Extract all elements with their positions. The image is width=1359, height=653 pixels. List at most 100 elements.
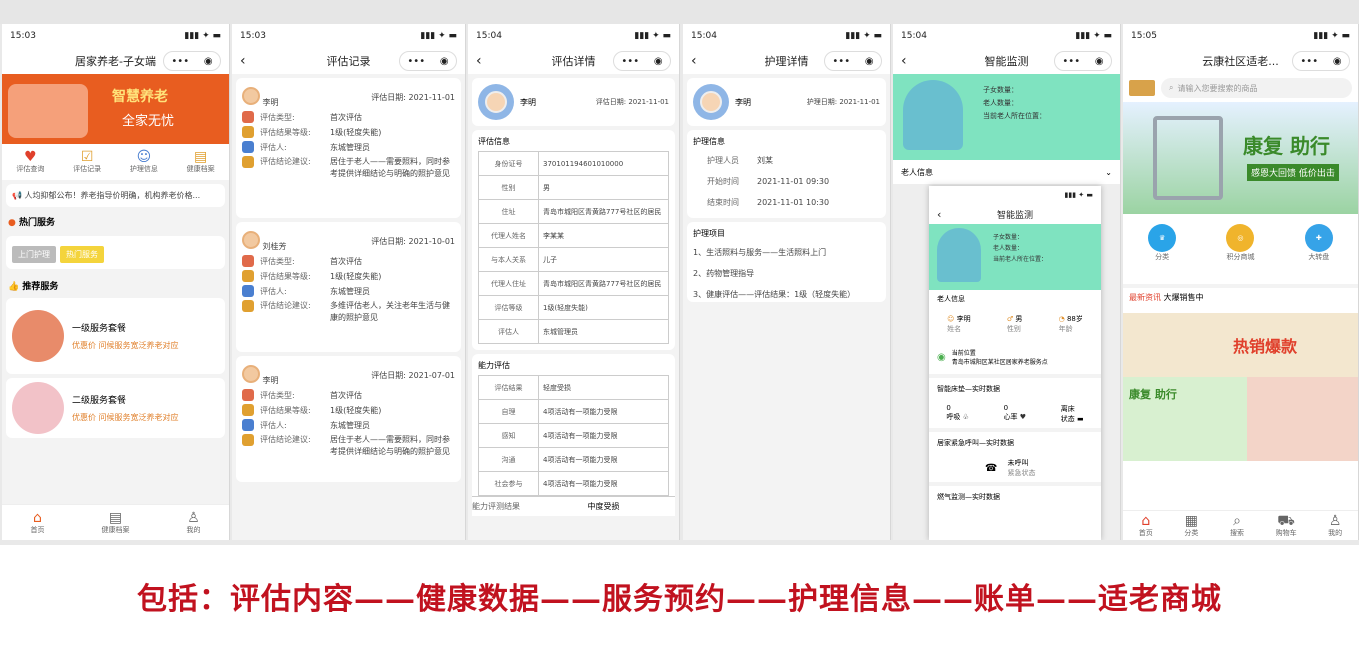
back-icon[interactable]: ‹ <box>937 208 941 221</box>
row-label: 评估结果 <box>478 375 539 400</box>
child-count: 子女数量： <box>993 234 1024 241</box>
close-icon[interactable]: ◉ <box>204 56 213 67</box>
child-count: 子女数量： <box>983 86 1018 94</box>
avatar <box>242 365 260 383</box>
tab-label: 首页 <box>30 525 45 534</box>
promo-grid[interactable]: 康复 助行 <box>1123 377 1358 461</box>
table-row: 代理人姓名 李某某 <box>478 223 669 248</box>
capsule-menu[interactable]: ••• ◉ <box>824 51 882 71</box>
status-bar: 15:05 ▮▮▮ ✦ ▬ <box>1123 24 1358 48</box>
feature-health-file[interactable]: ▤ 健康档案 <box>187 150 215 174</box>
tab-health[interactable]: ▤ 健康档案 <box>102 511 130 535</box>
feature-nursing[interactable]: ☺ 护理信息 <box>130 150 158 174</box>
tab-search[interactable]: ⌕ 搜索 <box>1230 514 1244 538</box>
gift-icon: ✚ <box>1304 224 1333 252</box>
hot-service-button[interactable]: 上门护理 <box>12 246 56 263</box>
screenshot-canvas: 15:03 ▮▮▮ ✦ ▬ 居家养老-子女端 ••• ◉ 智慧养老 全家无忧 ♥ 评估查… <box>0 0 1359 653</box>
more-icon[interactable]: ••• <box>621 56 639 67</box>
back-icon[interactable]: ‹ <box>691 53 697 69</box>
field-label: 评估结论建议: <box>260 301 311 310</box>
feature-assess-record[interactable]: ☑ 评估记录 <box>73 150 101 174</box>
close-icon[interactable]: ◉ <box>1333 56 1342 67</box>
field-value: 2021-11-01 10:30 <box>757 198 830 207</box>
status-bar: 15:03 ▮▮▮ ✦ ▬ <box>2 24 229 48</box>
tab-home[interactable]: ⌂ 首页 <box>31 511 45 535</box>
row-label: 代理人住址 <box>478 271 539 296</box>
record-card[interactable]: 李明 评估日期: 2021-11-01 评估类型: 首次评估 评估结果等级: 1级(轻… <box>236 78 461 218</box>
back-icon[interactable]: ‹ <box>901 53 907 69</box>
tab-home[interactable]: ⌂ 首页 <box>1139 514 1153 538</box>
bed-status-value: 离床 <box>1060 405 1075 413</box>
screen-home: 15:03 ▮▮▮ ✦ ▬ 居家养老-子女端 ••• ◉ 智慧养老 全家无忧 ♥ 评估查… <box>2 24 230 540</box>
person-icon: ♙ <box>1328 512 1342 529</box>
capsule-menu[interactable]: ••• ◉ <box>613 51 671 71</box>
person-icon: ♙ <box>187 509 200 526</box>
list-item[interactable]: 二级服务套餐 优惠价 问候服务宽泛养老对应 <box>6 378 225 438</box>
mall-banner[interactable]: 康复 助行 感恩大回馈 低价出击 <box>1123 102 1358 214</box>
list-item[interactable]: 一级服务套餐 优惠价 问候服务宽泛养老对应 <box>6 298 225 374</box>
record-card[interactable]: 刘桂芳 评估日期: 2021-10-01 评估类型: 首次评估 评估结果等级: 1级(… <box>236 222 461 352</box>
notice-bar[interactable]: 📢 人均抑郁公布！养老指导价明确，机构养老价格... <box>6 184 225 207</box>
close-icon[interactable]: ◉ <box>440 56 449 67</box>
back-icon[interactable]: ‹ <box>240 53 246 69</box>
status-time: 15:04 <box>901 31 927 41</box>
tab-me[interactable]: ♙ 我的 <box>187 511 201 535</box>
nursing-item: 2、药物管理指导 <box>693 269 755 278</box>
field-value: 1级(轻度失能) <box>330 405 382 415</box>
sos-phone-icon[interactable]: ☎ <box>985 463 997 474</box>
assessor-icon <box>242 141 254 153</box>
more-icon[interactable]: ••• <box>1300 56 1318 67</box>
icon-label: 分类 <box>1155 253 1170 261</box>
mall-wheel[interactable]: ✚ 大转盘 <box>1304 224 1333 274</box>
vital-label: 状态 <box>1060 415 1075 423</box>
capsule-menu[interactable]: ••• ◉ <box>1292 51 1350 71</box>
capsule-menu[interactable]: ••• ◉ <box>1054 51 1112 71</box>
vital-label: 呼吸 <box>946 413 961 421</box>
record-card[interactable]: 李明 评估日期: 2021-07-01 评估类型: 首次评估 评估结果等级: 1级(轻… <box>236 356 461 482</box>
field-value: 多维评估老人，关注老年生活与健康的照护意见 <box>330 301 450 322</box>
tab-category[interactable]: ▦ 分类 <box>1184 514 1198 538</box>
location-icon: ◉ <box>937 351 946 363</box>
tab-label: 搜索 <box>1229 528 1244 537</box>
field-label: 评估类型: <box>260 112 295 122</box>
capsule-menu[interactable]: ••• ◉ <box>399 51 457 71</box>
more-icon[interactable]: ••• <box>1062 56 1080 67</box>
table-row: 沟通 4项活动有一项能力受限 <box>478 447 669 472</box>
advice-icon <box>242 434 254 446</box>
tab-me[interactable]: ♙ 我的 <box>1328 514 1342 538</box>
more-icon[interactable]: ••• <box>832 56 850 67</box>
level-icon <box>242 404 254 416</box>
assessor-icon <box>242 285 254 297</box>
stat-value: 李明 <box>956 315 971 323</box>
tab-cart[interactable]: ⛟ 购物车 <box>1276 514 1297 538</box>
page-title: 智能监测 <box>984 55 1029 68</box>
status-time: 15:03 <box>10 31 36 41</box>
result-footer: 能力评测结果 中度受损 <box>472 496 675 516</box>
feature-assess-query[interactable]: ♥ 评估查询 <box>16 150 44 174</box>
collapse-icon[interactable]: ⌄ <box>1105 168 1112 177</box>
section-title: 评估信息 <box>478 137 510 146</box>
search-input[interactable]: ⌕ 请输入您要搜索的商品 <box>1161 78 1352 98</box>
news-bar[interactable]: 最新资讯 大爆销售中 <box>1123 284 1358 307</box>
close-icon[interactable]: ◉ <box>1095 56 1104 67</box>
close-icon[interactable]: ◉ <box>654 56 663 67</box>
hot-service-button[interactable]: 热门服务 <box>60 246 104 263</box>
row-value: 东城管理员 <box>538 319 669 344</box>
nursing-info: 护理信息 护理人员 刘某 开始时间 2021-11-01 09:30 结束时间 202… <box>687 130 886 218</box>
mall-category[interactable]: ♛ 分类 <box>1148 224 1177 274</box>
walker-image <box>1153 116 1223 200</box>
more-icon[interactable]: ••• <box>171 56 189 67</box>
recommend-title: 👍 推荐服务 <box>2 273 229 294</box>
cart-icon: ⛟ <box>1277 512 1295 529</box>
back-icon[interactable]: ‹ <box>476 53 482 69</box>
more-icon[interactable]: ••• <box>407 56 425 67</box>
record-name: 刘桂芳 <box>262 242 287 251</box>
close-icon[interactable]: ◉ <box>865 56 874 67</box>
hot-sale-banner[interactable]: 热销爆款 <box>1123 313 1358 377</box>
capsule-menu[interactable]: ••• ◉ <box>163 51 221 71</box>
mall-points[interactable]: ◎ 积分商城 <box>1226 224 1255 274</box>
row-value: 李某某 <box>538 223 669 248</box>
tab-label: 健康档案 <box>101 525 130 534</box>
nav-bar: ‹ 评估记录 ••• ◉ <box>232 48 465 74</box>
row-label: 身份证号 <box>478 151 539 176</box>
